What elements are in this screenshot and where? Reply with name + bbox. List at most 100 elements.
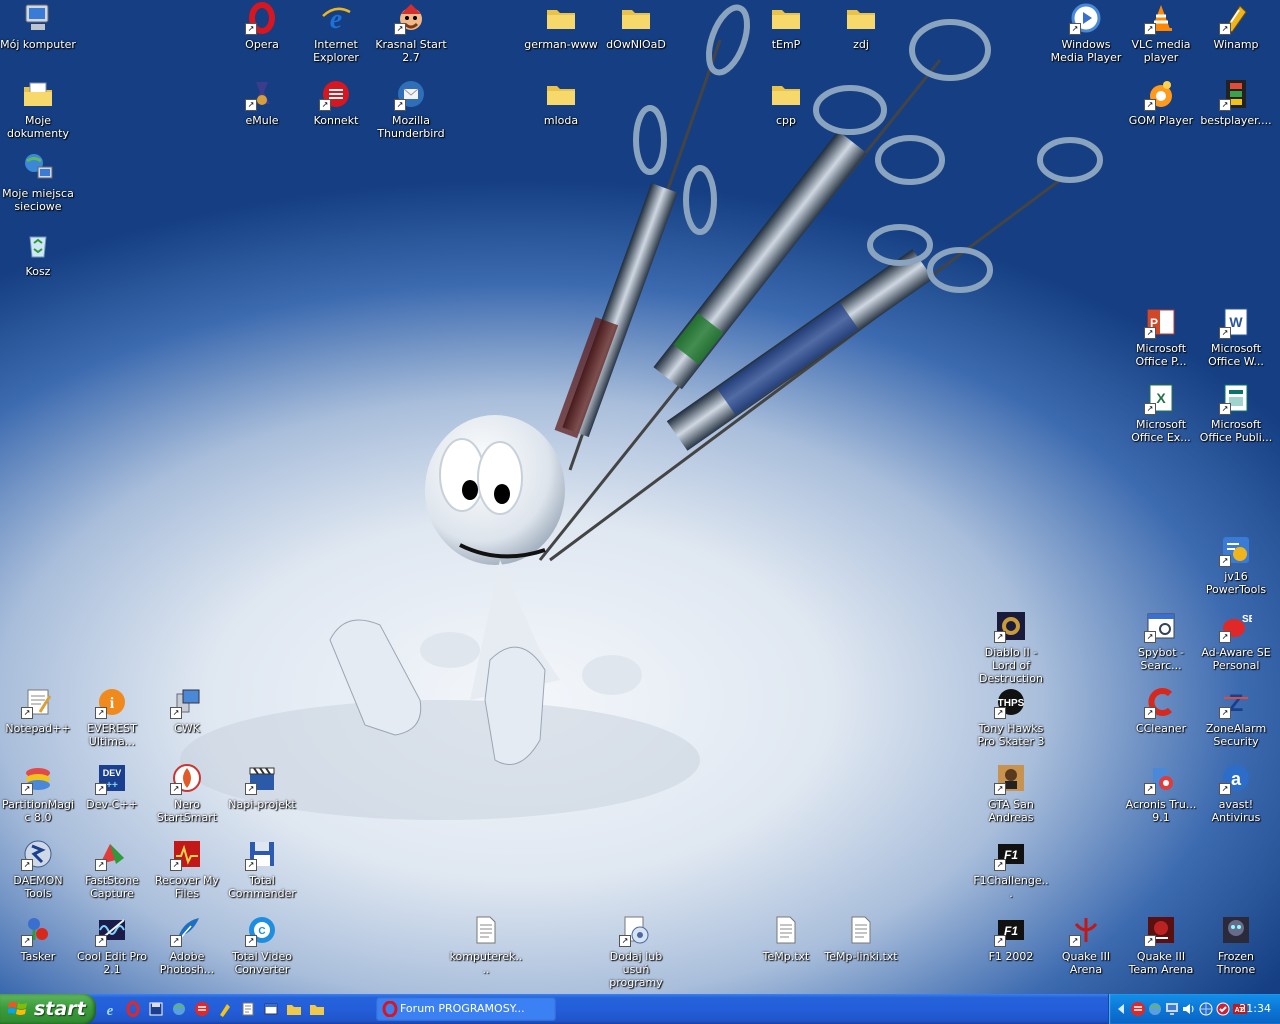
desktop-icon-cwk[interactable]: ↗ CWK xyxy=(149,686,225,735)
desktop-icon-vlc[interactable]: ↗ VLC media player xyxy=(1123,2,1199,64)
desktop-icon-gta-sa[interactable]: ↗ GTA San Andreas xyxy=(973,762,1049,824)
desktop-icon-temp-linki[interactable]: TeMp-linki.txt xyxy=(823,914,899,963)
desktop-icon-my-computer[interactable]: Mój komputer xyxy=(0,2,76,51)
desktop-icon-partitionmagic[interactable]: ↗ PartitionMagic 8.0 xyxy=(0,762,76,824)
desktop-icon-opera[interactable]: ↗ Opera xyxy=(224,2,300,51)
tray-network-icon[interactable] xyxy=(1147,1001,1163,1017)
desktop-icon-label: Windows Media Player xyxy=(1050,38,1122,64)
desktop-icon-bestplayer[interactable]: ↗ bestplayer.... xyxy=(1198,78,1274,127)
desktop-icon-wmp[interactable]: ↗ Windows Media Player xyxy=(1048,2,1124,64)
desktop-icon-temp[interactable]: tEmP xyxy=(748,2,824,51)
desktop-icon-addremove[interactable]: ↗ Dodaj lub usuń programy xyxy=(598,914,674,989)
desktop-icon-download[interactable]: dOwNlOaD xyxy=(598,2,674,51)
daemon-icon: ↗ xyxy=(21,838,54,871)
tray-security-icon[interactable] xyxy=(1215,1001,1231,1017)
shortcut-arrow-icon: ↗ xyxy=(170,783,182,795)
desktop-icon-konnekt[interactable]: ↗ Konnekt xyxy=(298,78,374,127)
shortcut-arrow-icon: ↗ xyxy=(170,935,182,947)
desktop-icon-cpp[interactable]: cpp xyxy=(748,78,824,127)
desktop-icon-recycle-bin[interactable]: Kosz xyxy=(0,229,76,278)
desktop-icon-recover[interactable]: ↗ Recover My Files xyxy=(149,838,225,900)
desktop-icon-komputerek[interactable]: komputerek.... xyxy=(448,914,524,976)
desktop-icon-ms-powerpoint[interactable]: P ↗ Microsoft Office P... xyxy=(1123,306,1199,368)
desktop-icon-acronis[interactable]: ↗ Acronis Tru... 9.1 xyxy=(1123,762,1199,824)
tray-konnekt-icon[interactable] xyxy=(1130,1001,1146,1017)
svg-text:W: W xyxy=(1229,314,1243,330)
desktop-icon-my-documents[interactable]: Moje dokumenty xyxy=(0,78,76,140)
desktop-icon-internet-explorer[interactable]: e Internet Explorer xyxy=(298,2,374,64)
clock[interactable]: 21:34 xyxy=(1239,994,1271,1024)
notepad-icon: ↗ xyxy=(21,686,54,719)
desktop-icon-mloda[interactable]: mloda xyxy=(523,78,599,127)
desktop-icon-label: mloda xyxy=(543,114,579,127)
quicklaunch-folder-icon[interactable] xyxy=(309,1001,325,1017)
desktop-icon-ms-word[interactable]: W ↗ Microsoft Office W... xyxy=(1198,306,1274,368)
svg-text:SE: SE xyxy=(1242,614,1252,625)
desktop-icon-label: Microsoft Office Ex... xyxy=(1131,418,1191,444)
desktop-icon-napi[interactable]: ↗ Napi-projekt xyxy=(224,762,300,811)
desktop-icon-frozen-throne[interactable]: Frozen Throne xyxy=(1198,914,1274,976)
desktop-icon-winamp[interactable]: ↗ Winamp xyxy=(1198,2,1274,51)
desktop-icon-diablo2[interactable]: ↗ Diablo II - Lord of Destruction xyxy=(973,610,1049,685)
desktop-icon-tony-hawk[interactable]: THPS ↗ Tony Hawks Pro Skater 3 xyxy=(973,686,1049,748)
quicklaunch-save-icon[interactable] xyxy=(148,1001,164,1017)
opera-icon xyxy=(382,1001,398,1017)
tray-globe-icon[interactable] xyxy=(1198,1001,1214,1017)
desktop-icon-f1-2002[interactable]: F1 ↗ F1 2002 xyxy=(973,914,1049,963)
desktop-icon-ms-publisher[interactable]: ↗ Microsoft Office Publi... xyxy=(1198,382,1274,444)
desktop-icon-zonealarm[interactable]: Z ↗ ZoneAlarm Security xyxy=(1198,686,1274,748)
desktop-icon-daemon[interactable]: ↗ DAEMON Tools xyxy=(0,838,76,900)
quicklaunch-folder-icon[interactable] xyxy=(286,1001,302,1017)
desktop-icon-ccleaner[interactable]: ↗ CCleaner xyxy=(1123,686,1199,735)
quicklaunch-network-icon[interactable] xyxy=(171,1001,187,1017)
shortcut-arrow-icon: ↗ xyxy=(170,707,182,719)
desktop-icon-thunderbird[interactable]: ↗ Mozilla Thunderbird xyxy=(373,78,449,140)
start-button[interactable]: start xyxy=(0,994,96,1024)
desktop-icon-label: Microsoft Office W... xyxy=(1208,342,1264,368)
desktop-icon-gom[interactable]: ↗ GOM Player xyxy=(1123,78,1199,127)
desktop-icon-german-www[interactable]: german-www xyxy=(523,2,599,51)
desktop-icon-network-places[interactable]: Moje miejsca sieciowe xyxy=(0,151,76,213)
quicklaunch-opera-icon[interactable] xyxy=(125,1001,141,1017)
tray-volume-icon[interactable] xyxy=(1181,1001,1197,1017)
desktop-icon-quake3[interactable]: ↗ Quake III Arena xyxy=(1048,914,1124,976)
taskbar-window-button[interactable]: Forum PROGRAMOSY... xyxy=(376,997,556,1021)
quicklaunch-konnekt-icon[interactable] xyxy=(194,1001,210,1017)
desktop-icon-cooledit[interactable]: ↗ Cool Edit Pro 2.1 xyxy=(74,914,150,976)
shortcut-arrow-icon: ↗ xyxy=(994,783,1006,795)
desktop-icon-emule[interactable]: ↗ eMule xyxy=(224,78,300,127)
desktop-icon-label: Opera xyxy=(245,38,279,51)
system-tray: ATI 21:34 xyxy=(1108,994,1280,1024)
desktop-icon-nero[interactable]: ↗ Nero StartSmart xyxy=(149,762,225,824)
desktop-icon-faststone[interactable]: ↗ FastStone Capture xyxy=(74,838,150,900)
quicklaunch-notepad-icon[interactable] xyxy=(240,1001,256,1017)
add-remove-icon: ↗ xyxy=(619,914,652,947)
quicklaunch-winamp-icon[interactable] xyxy=(217,1001,233,1017)
desktop-icon-temp-txt[interactable]: TeMp.txt xyxy=(748,914,824,963)
tray-tray-expand-icon[interactable] xyxy=(1113,1001,1129,1017)
desktop-icon-jv16[interactable]: ↗ jv16 PowerTools xyxy=(1198,534,1274,596)
desktop-icon-devcpp[interactable]: DEV ++ ↗ Dev-C++ xyxy=(74,762,150,811)
desktop-icon-label: TeMp-linki.txt xyxy=(824,950,898,963)
desktop-icon-photoshop[interactable]: ↗ Adobe Photosh... xyxy=(149,914,225,976)
desktop-icon-tasker[interactable]: ↗ Tasker xyxy=(0,914,76,963)
desktop-icon-spybot[interactable]: ↗ Spybot - Searc... xyxy=(1123,610,1199,672)
desktop-icon-everest[interactable]: i ↗ EVEREST Ultima... xyxy=(74,686,150,748)
desktop-icon-f1-challenge[interactable]: F1 ↗ F1Challenge... xyxy=(973,838,1049,900)
shortcut-arrow-icon: ↗ xyxy=(170,859,182,871)
desktop-icon-ms-excel[interactable]: X ↗ Microsoft Office Ex... xyxy=(1123,382,1199,444)
desktop-icon-quake3-team[interactable]: ↗ Quake III Team Arena xyxy=(1123,914,1199,976)
tray-monitor-icon[interactable] xyxy=(1164,1001,1180,1017)
quicklaunch-window-icon[interactable] xyxy=(263,1001,279,1017)
quake-team-icon: ↗ xyxy=(1144,914,1177,947)
desktop[interactable]: Mój komputer Moje dokumenty Moje miejsca s… xyxy=(0,0,1280,994)
desktop-icon-adaware[interactable]: SE ↗ Ad-Aware SE Personal xyxy=(1198,610,1274,672)
desktop-icon-avast[interactable]: a ↗ avast! Antivirus xyxy=(1198,762,1274,824)
desktop-icon-notepadpp[interactable]: ↗ Notepad++ xyxy=(0,686,76,735)
desktop-icon-krasnal-start[interactable]: ↗ Krasnal Start 2.7 xyxy=(373,2,449,64)
desktop-icon-totalcmd[interactable]: ↗ Total Commander xyxy=(224,838,300,900)
desktop-icon-tvc[interactable]: C ↗ Total Video Converter xyxy=(224,914,300,976)
desktop-icon-zdj[interactable]: zdj xyxy=(823,2,899,51)
desktop-icon-label: F1Challenge... xyxy=(973,874,1049,900)
quicklaunch-internet-explorer-icon[interactable]: e xyxy=(102,1001,118,1019)
